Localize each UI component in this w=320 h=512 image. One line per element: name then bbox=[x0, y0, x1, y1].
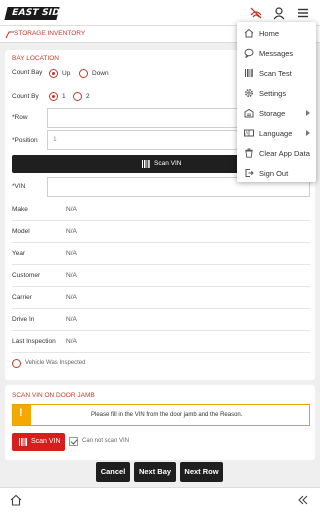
submenu-arrow-icon bbox=[306, 130, 310, 136]
menu-item-sign-out[interactable]: Sign Out bbox=[237, 163, 316, 183]
row-label: *Row bbox=[12, 114, 28, 121]
position-label: *Position bbox=[12, 137, 38, 144]
gear-icon bbox=[244, 88, 254, 98]
sign-out-icon bbox=[245, 169, 254, 177]
breadcrumb-text: STORAGE INVENTORY bbox=[14, 30, 86, 37]
barcode-icon bbox=[19, 438, 27, 446]
cannot-scan-label[interactable]: Can not scan VIN bbox=[82, 438, 129, 444]
divider bbox=[12, 220, 310, 221]
next-row-button[interactable]: Next Row bbox=[180, 462, 223, 482]
menu-item-scan-test[interactable]: Scan Test bbox=[237, 63, 316, 83]
model-label: Model bbox=[12, 228, 30, 235]
count-bay-up-label[interactable]: Up bbox=[62, 70, 70, 77]
home-icon[interactable] bbox=[10, 494, 22, 506]
menu-item-messages[interactable]: Messages bbox=[237, 43, 316, 63]
count-bay-down-radio[interactable] bbox=[79, 69, 88, 78]
divider bbox=[12, 352, 310, 353]
cancel-button[interactable]: Cancel bbox=[96, 462, 130, 482]
make-value: N/A bbox=[66, 206, 77, 213]
vin-label: *VIN bbox=[12, 183, 26, 190]
vehicle-inspected-radio[interactable] bbox=[12, 359, 21, 368]
divider bbox=[12, 330, 310, 331]
home-icon bbox=[244, 28, 254, 38]
svg-text:A: A bbox=[245, 131, 248, 136]
warehouse-icon bbox=[244, 108, 254, 118]
collapse-icon[interactable] bbox=[297, 494, 309, 506]
carrier-value: N/A bbox=[66, 294, 77, 301]
menu-item-home[interactable]: Home bbox=[237, 23, 316, 43]
door-jamb-scan-vin-label: Scan VIN bbox=[31, 438, 61, 445]
door-jamb-title: SCAN VIN ON DOOR JAMB bbox=[12, 392, 95, 399]
bay-location-title: BAY LOCATION bbox=[12, 55, 59, 62]
app-logo[interactable]: EAST SIDE bbox=[4, 7, 67, 20]
submenu-arrow-icon bbox=[306, 110, 310, 116]
divider bbox=[12, 264, 310, 265]
make-label: Make bbox=[12, 206, 28, 213]
barcode-icon bbox=[142, 160, 150, 168]
vehicle-inspected-label[interactable]: Vehicle Was Inspected bbox=[25, 360, 85, 366]
divider bbox=[12, 286, 310, 287]
count-bay-label: Count Bay bbox=[12, 69, 43, 76]
last-inspection-label: Last Inspection bbox=[12, 338, 56, 345]
divider bbox=[12, 308, 310, 309]
menu-item-clear-app-data[interactable]: Clear App Data bbox=[237, 143, 316, 163]
warning-text: Please fill in the VIN from the door jam… bbox=[91, 412, 243, 418]
last-inspection-value: N/A bbox=[66, 338, 77, 345]
next-bay-button[interactable]: Next Bay bbox=[134, 462, 176, 482]
customer-label: Customer bbox=[12, 272, 41, 279]
count-by-2-label[interactable]: 2 bbox=[86, 93, 90, 100]
count-by-1-radio[interactable] bbox=[49, 92, 58, 101]
chat-icon bbox=[244, 48, 254, 58]
menu-item-settings[interactable]: Settings bbox=[237, 83, 316, 103]
signal-off-icon[interactable] bbox=[249, 6, 263, 20]
drive-in-label: Drive In bbox=[12, 316, 35, 323]
count-bay-up-radio[interactable] bbox=[49, 69, 58, 78]
door-jamb-scan-vin-button[interactable]: Scan VIN bbox=[12, 433, 65, 451]
menu-item-language[interactable]: A Language bbox=[237, 123, 316, 143]
count-by-1-label[interactable]: 1 bbox=[62, 93, 66, 100]
language-icon: A bbox=[244, 129, 254, 137]
divider bbox=[12, 242, 310, 243]
model-value: N/A bbox=[66, 228, 77, 235]
count-by-label: Count By bbox=[12, 93, 39, 100]
cannot-scan-checkbox[interactable] bbox=[69, 437, 78, 446]
count-by-2-radio[interactable] bbox=[73, 92, 82, 101]
bottom-bar bbox=[0, 487, 320, 512]
customer-value: N/A bbox=[66, 272, 77, 279]
year-value: N/A bbox=[66, 250, 77, 257]
year-label: Year bbox=[12, 250, 26, 257]
warning-banner: ! Please fill in the VIN from the door j… bbox=[12, 404, 310, 426]
trash-icon bbox=[245, 148, 253, 158]
user-icon[interactable] bbox=[272, 6, 286, 20]
carrier-label: Carrier bbox=[12, 294, 32, 301]
main-menu: Home Messages Scan Test Settings Storage… bbox=[237, 22, 316, 182]
count-bay-down-label[interactable]: Down bbox=[92, 70, 109, 77]
scan-vin-label: Scan VIN bbox=[154, 160, 182, 167]
barcode-icon bbox=[245, 69, 253, 77]
hamburger-menu-icon[interactable] bbox=[296, 6, 310, 20]
drive-in-value: N/A bbox=[66, 316, 77, 323]
warning-icon: ! bbox=[13, 405, 31, 425]
menu-item-storage[interactable]: Storage bbox=[237, 103, 316, 123]
